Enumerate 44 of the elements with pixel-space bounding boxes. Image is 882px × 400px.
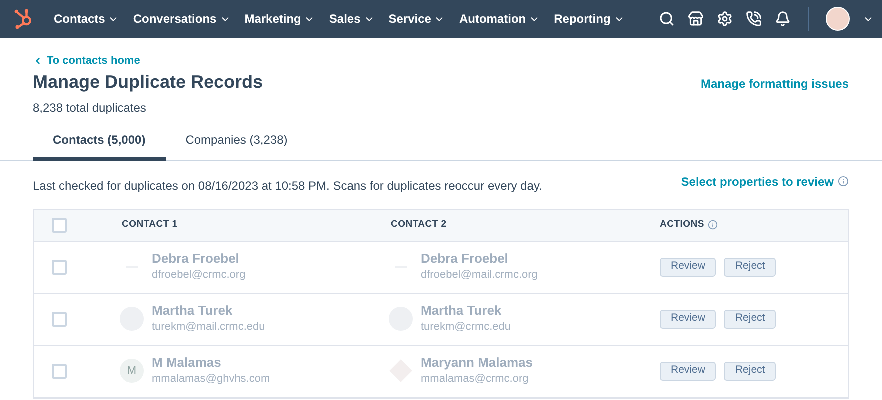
tab[interactable]: Companies (3,238) bbox=[166, 130, 308, 160]
row-checkbox[interactable] bbox=[52, 364, 67, 378]
chevron-left-icon bbox=[33, 56, 43, 66]
info-icon bbox=[708, 220, 718, 230]
row-action-button[interactable]: Review bbox=[660, 310, 716, 328]
row-action-button[interactable]: Review bbox=[660, 258, 716, 276]
status-text: Last checked for duplicates on 08/16/2023 at 10:58 PM. Scans for duplicates reoccur every day. bbox=[33, 178, 542, 194]
contact-email: mmalamas@ghvhs.com bbox=[152, 372, 270, 387]
store-icon[interactable] bbox=[688, 11, 704, 27]
nav-menu[interactable]: Sales bbox=[329, 10, 375, 28]
page-title: Manage Duplicate Records bbox=[33, 70, 264, 94]
nav-menu[interactable]: Reporting bbox=[554, 10, 625, 28]
nav-menu[interactable]: Contacts bbox=[54, 10, 120, 28]
column-header: CONTACT 1 bbox=[122, 218, 178, 232]
initial-avatar: M bbox=[120, 359, 144, 383]
search-icon[interactable] bbox=[659, 11, 675, 27]
row-action-button[interactable]: Reject bbox=[724, 362, 776, 380]
row-checkbox[interactable] bbox=[52, 218, 67, 232]
column-header: ACTIONS bbox=[660, 218, 704, 232]
nav-menu[interactable]: Conversations bbox=[133, 10, 231, 28]
column-header: CONTACT 2 bbox=[391, 218, 447, 232]
properties-link[interactable]: Select properties to review bbox=[681, 172, 849, 190]
row-checkbox[interactable] bbox=[52, 312, 67, 326]
nav-menu[interactable]: Automation bbox=[459, 10, 540, 28]
nav-menu[interactable]: Marketing bbox=[244, 10, 316, 28]
nav-menu[interactable]: Service bbox=[388, 10, 446, 28]
formatting-link[interactable]: Manage formatting issues bbox=[700, 74, 849, 92]
bell-icon[interactable] bbox=[775, 11, 791, 27]
contact-email: dfroebel@crmc.org bbox=[152, 268, 246, 283]
contact-email: turekm@mail.crmc.edu bbox=[152, 320, 266, 335]
profile-avatar[interactable] bbox=[826, 7, 850, 31]
tab[interactable]: Contacts (5,000) bbox=[33, 130, 166, 160]
row-action-button[interactable]: Reject bbox=[724, 310, 776, 328]
phone-icon[interactable] bbox=[746, 11, 762, 27]
contact-email: turekm@crmc.edu bbox=[421, 320, 512, 335]
back-link[interactable]: To contacts home bbox=[33, 53, 849, 70]
row-action-button[interactable]: Reject bbox=[724, 258, 776, 276]
contact-email: dfroebel@mail.crmc.org bbox=[421, 268, 538, 283]
row-action-button[interactable]: Review bbox=[660, 362, 716, 380]
duplicates-count: 8,238 total duplicates bbox=[33, 100, 148, 116]
settings-icon[interactable] bbox=[717, 11, 733, 27]
contact-email: mmalamas@crmc.org bbox=[421, 372, 530, 387]
row-checkbox[interactable] bbox=[52, 260, 67, 274]
info-icon bbox=[838, 176, 849, 187]
